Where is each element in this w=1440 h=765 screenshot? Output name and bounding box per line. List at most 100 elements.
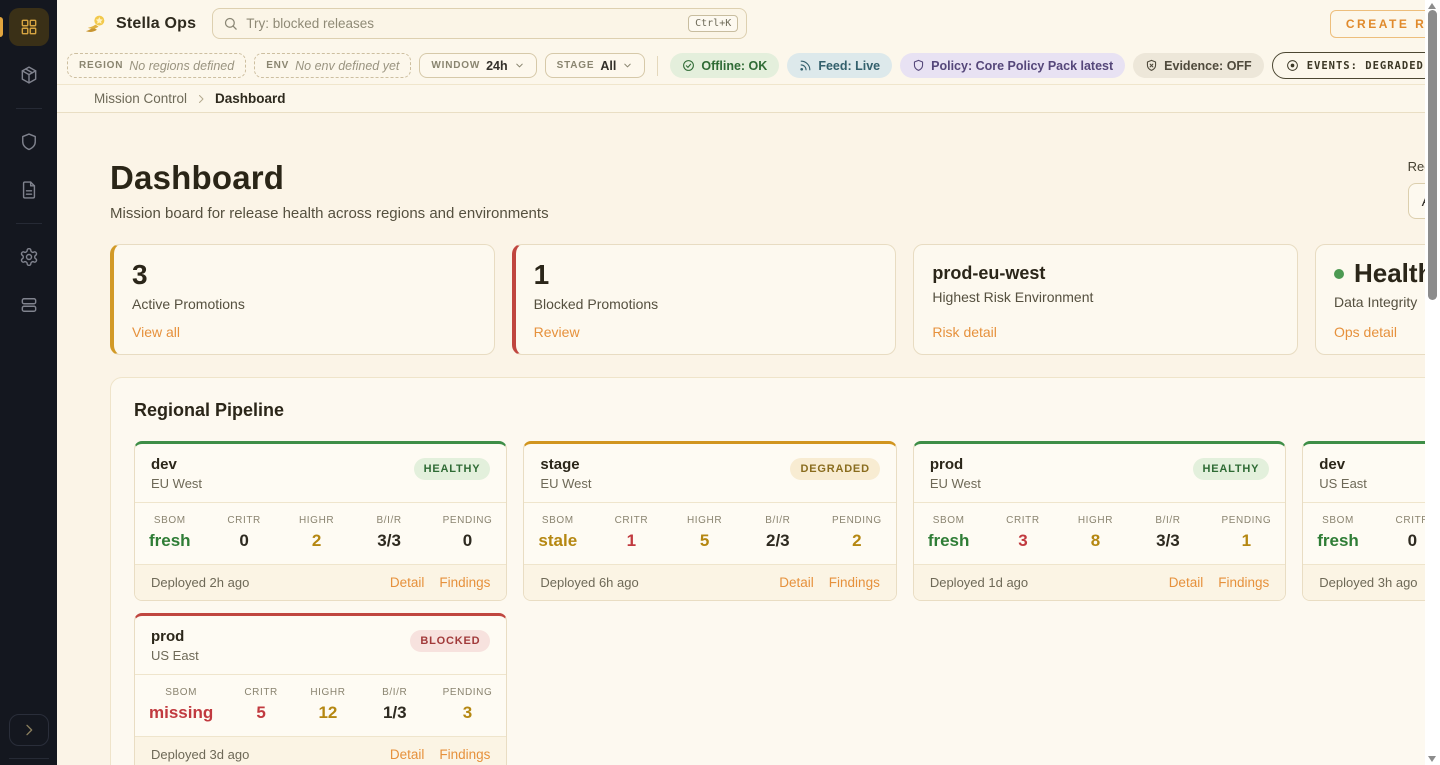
env-region: EU West xyxy=(540,476,591,491)
server-stack-icon xyxy=(19,295,39,315)
chevron-down-icon xyxy=(622,60,633,71)
content-column: Stella Ops Ctrl+K CREATE RELEASE admin xyxy=(57,0,1440,765)
chevron-right-icon xyxy=(195,93,207,105)
pipeline-grid: dev EU West HEALTHY SBOM fresh CRITR 0 xyxy=(134,441,1440,765)
global-search[interactable]: Ctrl+K xyxy=(212,8,747,39)
search-icon xyxy=(223,16,238,31)
page-scrollbar[interactable] xyxy=(1425,0,1440,765)
stat-bir: B/I/R 3/3 xyxy=(370,515,408,551)
env-stats-row: SBOM fresh CRITR 0 HIGHR 1 B/I/R xyxy=(1303,502,1440,564)
findings-link[interactable]: Findings xyxy=(439,747,490,762)
deployed-text: Deployed 3d ago xyxy=(151,747,249,762)
sidebar-item-security[interactable] xyxy=(9,123,49,161)
stage-filter-chip[interactable]: STAGE All xyxy=(545,53,646,78)
env-stats-row: SBOM missing CRITR 5 HIGHR 12 B/I/R xyxy=(135,674,506,736)
view-all-link[interactable]: View all xyxy=(132,324,476,340)
search-input[interactable] xyxy=(246,16,680,31)
findings-link[interactable]: Findings xyxy=(439,575,490,590)
detail-link[interactable]: Detail xyxy=(390,747,425,762)
evidence-status-chip[interactable]: Evidence: OFF xyxy=(1133,53,1264,78)
pipeline-header: Regional Pipeline All environments xyxy=(134,400,1440,421)
evidence-status-text: Evidence: OFF xyxy=(1164,59,1252,73)
scrollbar-up-arrow[interactable] xyxy=(1428,3,1436,9)
breadcrumb-parent-link[interactable]: Mission Control xyxy=(94,91,187,106)
deployed-text: Deployed 1d ago xyxy=(930,575,1028,590)
env-card-header: stage EU West DEGRADED xyxy=(524,444,895,502)
sidebar-item-documents[interactable] xyxy=(9,171,49,209)
feed-status-chip[interactable]: Feed: Live xyxy=(787,53,892,78)
check-circle-icon xyxy=(682,59,695,72)
sidebar-item-infrastructure[interactable] xyxy=(9,286,49,324)
sidebar-expand-button[interactable] xyxy=(9,714,49,746)
env-name: dev xyxy=(151,456,202,473)
offline-status-chip[interactable]: Offline: OK xyxy=(670,53,779,78)
stat-highr: HIGHR 5 xyxy=(686,515,724,551)
scrollbar-thumb[interactable] xyxy=(1428,10,1437,300)
gear-icon xyxy=(19,247,39,267)
highest-risk-label: Highest Risk Environment xyxy=(932,289,1279,305)
risk-detail-link[interactable]: Risk detail xyxy=(932,324,1279,340)
env-name: stage xyxy=(540,456,591,473)
stat-pending: PENDING 1 xyxy=(1221,515,1271,551)
brand[interactable]: Stella Ops xyxy=(84,12,196,35)
create-release-button[interactable]: CREATE RELEASE xyxy=(1330,10,1440,38)
sidebar xyxy=(0,0,57,765)
highest-risk-card: prod-eu-west Highest Risk Environment Ri… xyxy=(913,244,1298,355)
document-icon xyxy=(19,180,39,200)
status-bar: REGION No regions defined ENV No env def… xyxy=(57,47,1440,85)
env-region: EU West xyxy=(151,476,202,491)
sidebar-item-dashboard[interactable] xyxy=(9,8,49,46)
detail-link[interactable]: Detail xyxy=(390,575,425,590)
env-card-footer: Deployed 3d ago Detail Findings xyxy=(135,736,506,765)
breadcrumb-current: Dashboard xyxy=(215,91,286,106)
policy-status-chip[interactable]: Policy: Core Policy Pack latest xyxy=(900,53,1125,78)
events-status-pill[interactable]: EVENTS: DEGRADED xyxy=(1272,52,1438,79)
findings-link[interactable]: Findings xyxy=(1218,575,1269,590)
page-subtitle: Mission board for release health across … xyxy=(110,205,549,222)
circle-dot-icon xyxy=(1286,59,1299,72)
active-promotions-count: 3 xyxy=(132,259,476,291)
env-filter-chip[interactable]: ENV No env defined yet xyxy=(254,53,411,78)
stat-pending: PENDING 0 xyxy=(443,515,493,551)
env-card-prod-us-east: prod US East BLOCKED SBOM missing CRITR … xyxy=(134,613,507,765)
sidebar-divider xyxy=(16,223,42,224)
window-filter-chip[interactable]: WINDOW 24h xyxy=(419,53,536,78)
shield-icon xyxy=(19,132,39,152)
status-badge: DEGRADED xyxy=(790,458,879,480)
deployed-text: Deployed 2h ago xyxy=(151,575,249,590)
env-card-header: dev EU West HEALTHY xyxy=(135,444,506,502)
blocked-promotions-card: 1 Blocked Promotions Review xyxy=(512,244,897,355)
region-filter-chip[interactable]: REGION No regions defined xyxy=(67,53,246,78)
statusbar-divider xyxy=(657,56,658,76)
findings-link[interactable]: Findings xyxy=(829,575,880,590)
env-card-dev-us-east: dev US East HEALTHY SBOM fresh CRITR 0 xyxy=(1302,441,1440,601)
sidebar-item-settings[interactable] xyxy=(9,238,49,276)
env-filter-label: ENV xyxy=(266,60,289,71)
search-shortcut-badge: Ctrl+K xyxy=(688,15,738,32)
health-dot-icon xyxy=(1334,269,1344,279)
detail-link[interactable]: Detail xyxy=(779,575,814,590)
env-region: EU West xyxy=(930,476,981,491)
stat-critr: CRITR 1 xyxy=(612,515,650,551)
scrollbar-down-arrow[interactable] xyxy=(1428,756,1436,762)
env-card-dev-eu-west: dev EU West HEALTHY SBOM fresh CRITR 0 xyxy=(134,441,507,601)
stat-sbom: SBOM stale xyxy=(538,515,577,551)
sidebar-item-packages[interactable] xyxy=(9,56,49,94)
main-area: Dashboard Mission board for release heal… xyxy=(57,113,1440,765)
env-card-footer: Deployed 2h ago Detail Findings xyxy=(135,564,506,600)
blocked-promotions-label: Blocked Promotions xyxy=(534,296,878,312)
env-name: dev xyxy=(1319,456,1367,473)
env-card-stage-eu-west: stage EU West DEGRADED SBOM stale CRITR … xyxy=(523,441,896,601)
review-link[interactable]: Review xyxy=(534,324,878,340)
stat-bir: B/I/R 3/3 xyxy=(1149,515,1187,551)
sidebar-bottom xyxy=(0,714,57,765)
deployed-text: Deployed 3h ago xyxy=(1319,575,1417,590)
detail-link[interactable]: Detail xyxy=(1169,575,1204,590)
stat-highr: HIGHR 8 xyxy=(1076,515,1114,551)
stat-critr: CRITR 0 xyxy=(225,515,263,551)
env-name: prod xyxy=(930,456,981,473)
env-region: US East xyxy=(1319,476,1367,491)
page-header-row: Dashboard Mission board for release heal… xyxy=(110,159,1440,222)
status-badge: HEALTHY xyxy=(1193,458,1270,480)
status-badge: BLOCKED xyxy=(410,630,490,652)
